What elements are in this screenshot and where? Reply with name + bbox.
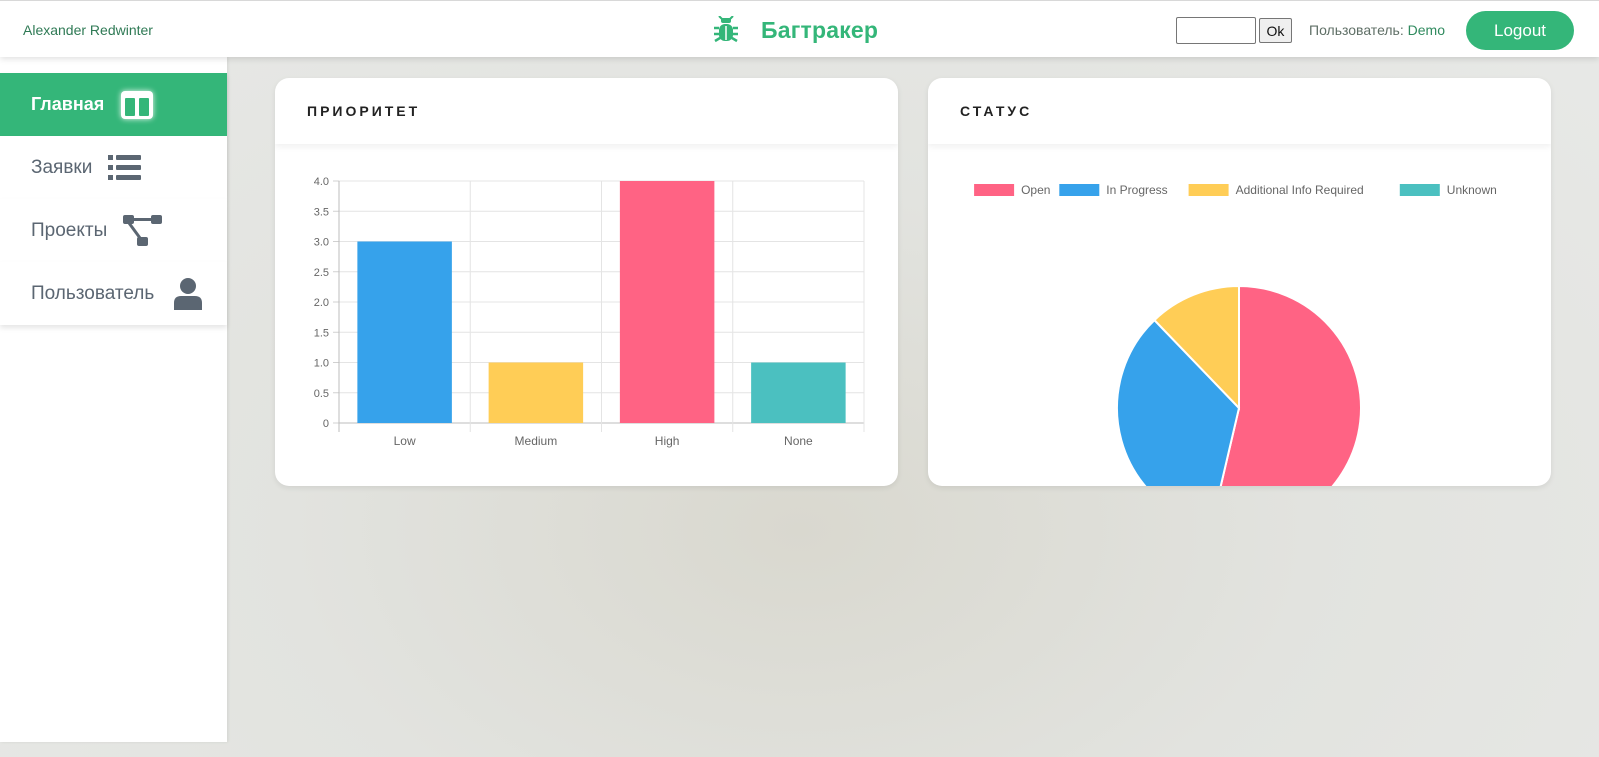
current-user: Пользователь: Demo bbox=[1309, 22, 1445, 38]
legend-swatch bbox=[974, 184, 1015, 196]
y-tick-label: 3.0 bbox=[314, 237, 329, 249]
sidebar-item-tickets[interactable]: Заявки bbox=[0, 136, 227, 199]
app-title: Багтракер bbox=[761, 16, 879, 43]
y-tick-label: 2.5 bbox=[314, 267, 329, 279]
x-tick-label: High bbox=[655, 434, 680, 448]
y-tick-label: 1.0 bbox=[314, 358, 329, 370]
legend-label: Unknown bbox=[1447, 183, 1497, 197]
logout-button[interactable]: Logout bbox=[1466, 11, 1574, 50]
legend-label: In Progress bbox=[1106, 183, 1167, 197]
dashboard-icon bbox=[120, 90, 154, 120]
legend-swatch bbox=[1059, 184, 1100, 196]
y-tick-label: 0 bbox=[323, 418, 329, 430]
list-icon bbox=[108, 154, 142, 182]
y-tick-label: 2.0 bbox=[314, 297, 329, 309]
bar-medium bbox=[488, 362, 584, 423]
legend-swatch bbox=[1188, 184, 1229, 196]
user-label: Пользователь: bbox=[1309, 22, 1404, 38]
sidebar-item-projects[interactable]: Проекты bbox=[0, 199, 227, 262]
status-pie-chart: Open In Progress Additional Info Required U… bbox=[974, 183, 1497, 486]
priority-card-title: ПРИОРИТЕТ bbox=[275, 78, 898, 144]
sidebar-item-label: Главная bbox=[31, 94, 105, 114]
user-name: Demo bbox=[1407, 22, 1445, 38]
bar-low bbox=[357, 241, 452, 423]
ok-button[interactable]: Ok bbox=[1259, 18, 1292, 43]
sidebar-item-label: Пользователь bbox=[31, 282, 155, 304]
project-tree-icon bbox=[123, 214, 163, 247]
sidebar-item-label: Проекты bbox=[31, 219, 108, 241]
legend-swatch bbox=[1399, 184, 1440, 196]
bug-icon bbox=[714, 16, 738, 43]
top-header: Alexander Redwinter Багтракер Ok Пользов… bbox=[0, 0, 1599, 57]
legend-label: Open bbox=[1021, 183, 1050, 197]
author-name: Alexander Redwinter bbox=[23, 22, 153, 38]
y-tick-label: 4.0 bbox=[314, 176, 329, 188]
sidebar-item-label: Заявки bbox=[31, 156, 93, 178]
y-tick-label: 3.5 bbox=[314, 206, 329, 218]
priority-card: ПРИОРИТЕТ 0 0.5 1.0 1.5 2.0 2.5 3.0 3.5 4.0 Low Me… bbox=[275, 78, 898, 486]
legend-label: Additional Info Required bbox=[1236, 183, 1364, 197]
x-tick-label: None bbox=[784, 434, 813, 448]
y-tick-label: 1.5 bbox=[314, 327, 329, 339]
y-tick-label: 0.5 bbox=[314, 388, 329, 400]
bar-high bbox=[619, 181, 715, 423]
status-card-title: СТАТУС bbox=[928, 78, 1551, 144]
x-tick-label: Low bbox=[394, 434, 416, 448]
priority-bar-chart: 0 0.5 1.0 1.5 2.0 2.5 3.0 3.5 4.0 Low Medium High No… bbox=[314, 176, 865, 448]
x-tick-label: Medium bbox=[515, 434, 558, 448]
status-card: СТАТУС Open In Progress Additional Info Re… bbox=[928, 78, 1551, 486]
brand[interactable]: Багтракер bbox=[713, 15, 878, 45]
user-icon bbox=[173, 277, 203, 310]
bar-none bbox=[751, 362, 846, 423]
search-input[interactable] bbox=[1176, 17, 1256, 44]
sidebar: Главная Заявки Проекты Пользователь bbox=[0, 57, 227, 742]
sidebar-item-home[interactable]: Главная bbox=[0, 73, 227, 136]
sidebar-item-user[interactable]: Пользователь bbox=[0, 262, 227, 325]
